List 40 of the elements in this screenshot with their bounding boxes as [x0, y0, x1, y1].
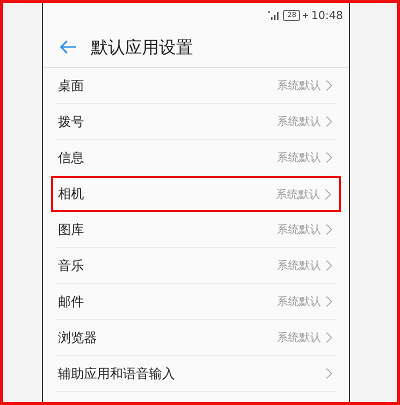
settings-row[interactable]: 信息 系统默认	[56, 140, 336, 176]
row-value: 系统默认	[277, 258, 321, 273]
settings-row[interactable]: 图库 系统默认	[56, 212, 336, 248]
settings-row[interactable]: 邮件 系统默认	[56, 284, 336, 320]
chevron-icon	[326, 80, 332, 91]
row-value: 系统默认	[277, 78, 321, 93]
row-label: 信息	[58, 150, 85, 166]
chevron-icon	[325, 188, 331, 200]
row-value: 系统默认	[277, 222, 321, 237]
settings-row[interactable]: 桌面 系统默认	[56, 68, 336, 104]
row-label: 图库	[58, 222, 85, 238]
settings-row[interactable]: 浏览器 系统默认	[56, 320, 336, 356]
row-value: 系统默认	[276, 186, 320, 202]
settings-row[interactable]: 辅助应用和语音输入	[56, 356, 336, 392]
row-label: 浏览器	[58, 330, 98, 346]
row-label: 音乐	[58, 258, 85, 274]
chevron-icon	[326, 332, 332, 343]
settings-row[interactable]: 拨号 系统默认	[56, 104, 336, 140]
chevron-icon	[326, 224, 332, 235]
settings-row[interactable]: 相机 系统默认	[51, 176, 341, 212]
chevron-icon	[326, 368, 332, 379]
row-label: 桌面	[58, 78, 85, 94]
row-value: 系统默认	[277, 114, 321, 129]
row-value: 系统默认	[277, 330, 321, 345]
chevron-icon	[326, 296, 332, 307]
row-label: 相机	[58, 186, 85, 203]
settings-row[interactable]: 音乐 系统默认	[56, 248, 336, 284]
chevron-icon	[326, 260, 332, 271]
back-arrow-icon[interactable]	[59, 40, 77, 54]
clock-time: 10:48	[311, 8, 343, 22]
charging-icon	[303, 12, 308, 18]
row-label: 邮件	[58, 294, 85, 310]
chevron-icon	[326, 152, 332, 163]
row-label: 辅助应用和语音输入	[58, 366, 176, 382]
chevron-icon	[326, 116, 332, 127]
page-title: 默认应用设置	[91, 36, 193, 58]
row-value: 系统默认	[277, 294, 321, 309]
row-label: 拨号	[58, 114, 85, 130]
row-value: 系统默认	[277, 150, 321, 165]
signal-icon	[268, 10, 280, 20]
